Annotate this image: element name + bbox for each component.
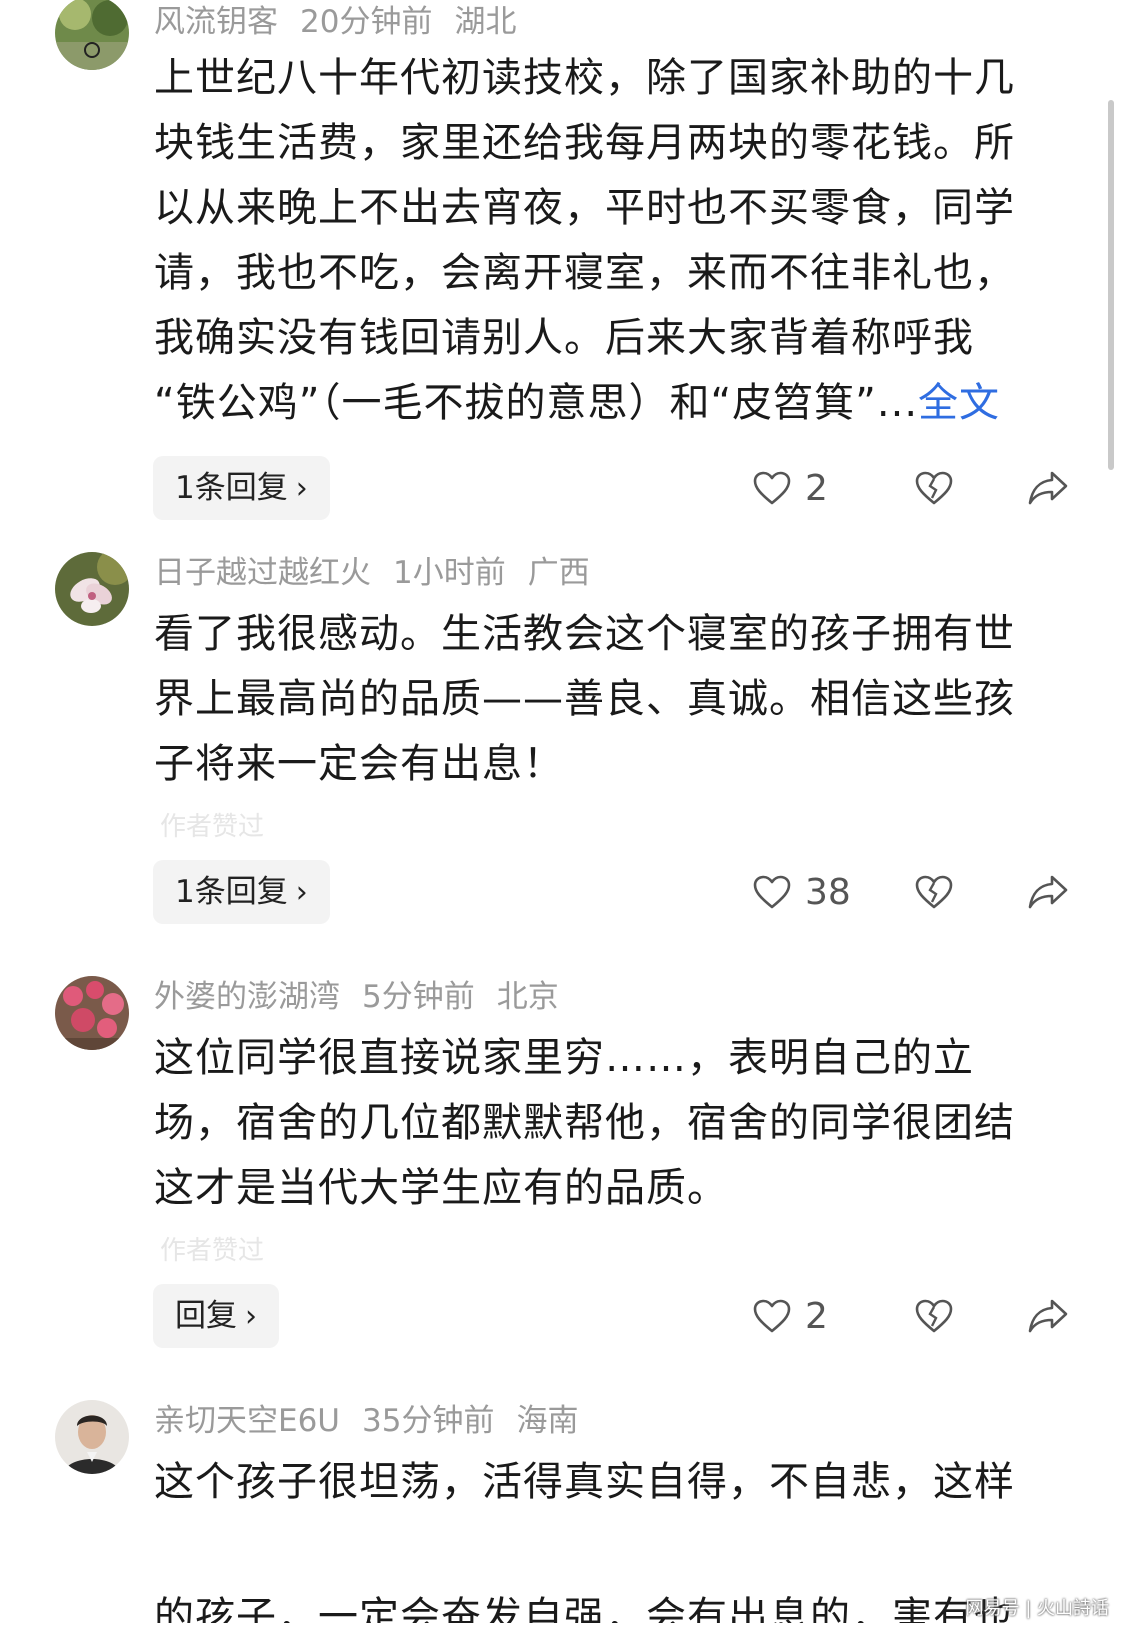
timestamp: 20分钟前 — [300, 4, 433, 40]
location: 广西 — [527, 555, 590, 591]
share-button[interactable] — [1028, 860, 1068, 924]
comment-line: 这才是当代大学生应有的品质。 — [154, 1165, 728, 1211]
timestamp: 35分钟前 — [362, 1403, 495, 1439]
share-arrow-icon — [1028, 471, 1068, 505]
broken-heart-icon — [915, 875, 953, 909]
reply-label: 回复 — [175, 1298, 237, 1334]
comment-text[interactable]: 这个孩子很坦荡，活得真实自得，不自悲，这样 — [154, 1450, 1074, 1515]
broken-heart-icon — [915, 471, 953, 505]
comment-line: 界上最高尚的品质——善良、真诚。相信这些孩 — [154, 676, 1015, 722]
reply-button[interactable]: 1条回复 › — [153, 860, 330, 924]
comment-line: 看了我很感动。生活教会这个寝室的孩子拥有世 — [154, 611, 1015, 657]
author-liked-label: 作者赞过 — [160, 1236, 265, 1266]
avatar[interactable] — [55, 0, 129, 70]
comment-line: 我确实没有钱回请别人。后来大家背着称呼我 — [154, 315, 974, 361]
like-button[interactable]: 2 — [753, 1284, 828, 1348]
comment-line: 子将来一定会有出息！ — [154, 741, 564, 787]
share-arrow-icon — [1028, 875, 1068, 909]
comment-line: 这个孩子很坦荡，活得真实自得，不自悲，这样 — [154, 1459, 1015, 1505]
reply-label: 1条回复 — [175, 470, 288, 506]
heart-outline-icon — [753, 1299, 791, 1333]
dislike-button[interactable] — [915, 860, 953, 924]
username[interactable]: 外婆的澎湖湾 — [154, 979, 340, 1015]
location: 北京 — [496, 979, 559, 1015]
comment-line: 请，我也不吃，会离开寝室，来而不往非礼也， — [154, 250, 1015, 296]
like-button[interactable]: 2 — [753, 456, 828, 520]
broken-heart-icon — [915, 1299, 953, 1333]
chevron-right-icon: › — [245, 1299, 257, 1334]
comment-text[interactable]: 上世纪八十年代初读技校，除了国家补助的十几 块钱生活费，家里还给我每月两块的零花… — [154, 46, 1074, 436]
comment-text[interactable]: 看了我很感动。生活教会这个寝室的孩子拥有世 界上最高尚的品质——善良、真诚。相信… — [154, 602, 1074, 797]
comment-line: 上世纪八十年代初读技校，除了国家补助的十几 — [154, 55, 1015, 101]
comment-line: 这位同学很直接说家里穷……，表明自己的立 — [154, 1035, 974, 1081]
scrollbar[interactable] — [1108, 100, 1114, 470]
reply-button[interactable]: 回复 › — [153, 1284, 279, 1348]
heart-outline-icon — [753, 875, 791, 909]
avatar[interactable] — [55, 552, 129, 626]
chevron-right-icon: › — [295, 471, 308, 506]
comment-meta: 日子越过越红火 1小时前 广西 — [154, 551, 612, 595]
reply-button[interactable]: 1条回复 › — [153, 456, 330, 520]
comment-meta: 亲切天空E6U 35分钟前 海南 — [154, 1399, 600, 1443]
username[interactable]: 亲切天空E6U — [154, 1403, 340, 1439]
username[interactable]: 日子越过越红火 — [154, 555, 371, 591]
comment-line: “铁公鸡”（一毛不拔的意思）和“皮笤箕”... — [154, 380, 919, 426]
like-button[interactable]: 38 — [753, 860, 851, 924]
like-count: 2 — [805, 467, 828, 509]
location: 海南 — [516, 1403, 579, 1439]
timestamp: 5分钟前 — [362, 979, 475, 1015]
comment-line: 以从来晚上不出去宵夜，平时也不买零食，同学 — [154, 185, 1015, 231]
comment-meta: 外婆的澎湖湾 5分钟前 北京 — [154, 975, 581, 1019]
watermark: 网易号 | 火山詩话 — [965, 1598, 1109, 1619]
heart-outline-icon — [753, 471, 791, 505]
comment-text[interactable]: 这位同学很直接说家里穷……，表明自己的立 场，宿舍的几位都默默帮他，宿舍的同学很… — [154, 1026, 1074, 1221]
timestamp: 1小时前 — [393, 555, 506, 591]
dislike-button[interactable] — [915, 456, 953, 520]
reply-label: 1条回复 — [175, 874, 288, 910]
location: 湖北 — [454, 4, 517, 40]
comment-meta: 风流钥客 20分钟前 湖北 — [154, 0, 538, 44]
avatar[interactable] — [55, 1400, 129, 1474]
comment-line: 场，宿舍的几位都默默帮他，宿舍的同学很团结 — [154, 1100, 1015, 1146]
share-arrow-icon — [1028, 1299, 1068, 1333]
like-count: 2 — [805, 1295, 828, 1337]
like-count: 38 — [805, 871, 851, 913]
username[interactable]: 风流钥客 — [154, 4, 278, 40]
avatar[interactable] — [55, 976, 129, 1050]
full-text-link[interactable]: 全文 — [918, 380, 1000, 426]
share-button[interactable] — [1028, 456, 1068, 520]
chevron-right-icon: › — [295, 875, 308, 910]
comment-line: 块钱生活费，家里还给我每月两块的零花钱。所 — [154, 120, 1015, 166]
comment-line-partial: 的孩子，一定会奋发自强，会有出息的，害有也 — [154, 1594, 1015, 1623]
author-liked-label: 作者赞过 — [160, 812, 265, 842]
dislike-button[interactable] — [915, 1284, 953, 1348]
share-button[interactable] — [1028, 1284, 1068, 1348]
